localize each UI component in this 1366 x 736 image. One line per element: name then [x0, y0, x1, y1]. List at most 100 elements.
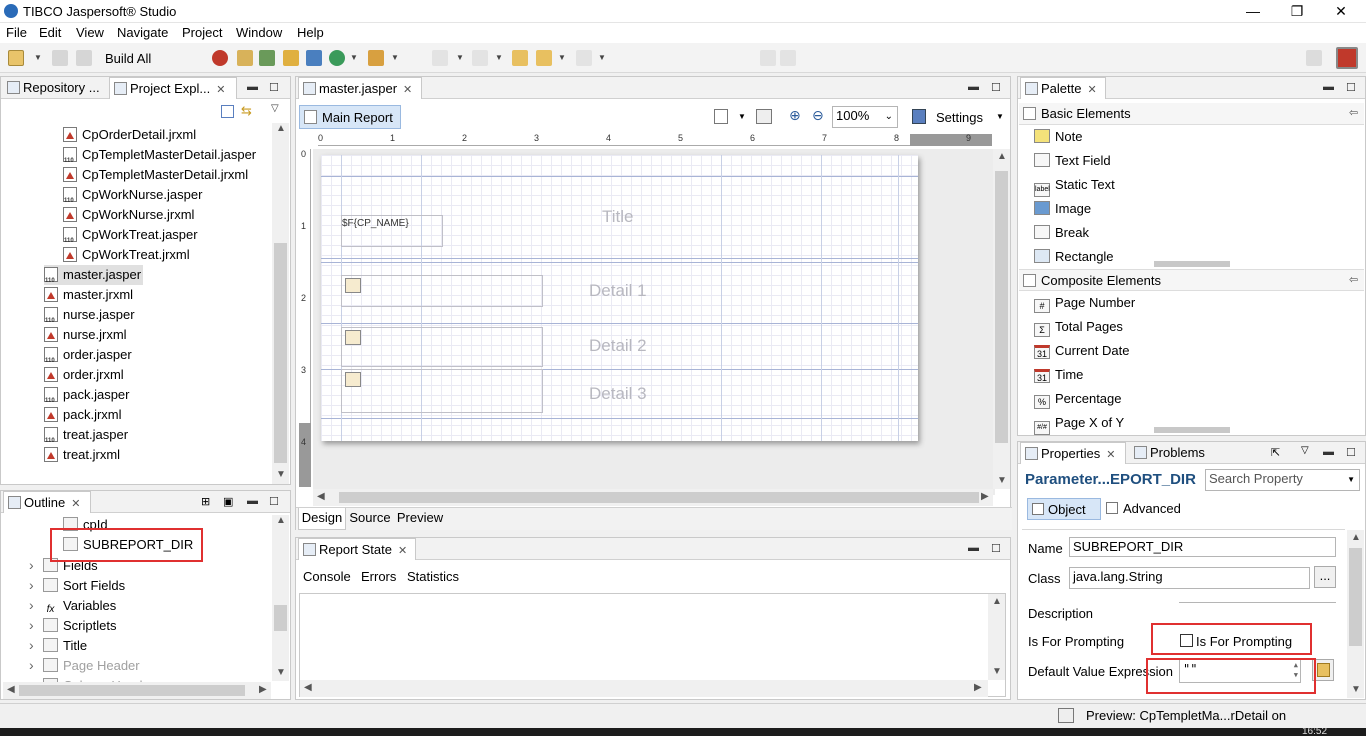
name-field[interactable]: SUBREPORT_DIR	[1069, 537, 1336, 557]
last-edit-icon[interactable]	[512, 50, 528, 66]
zoom-out-icon[interactable]: ⊖	[812, 107, 824, 124]
collapse-all-icon[interactable]	[221, 105, 234, 118]
chevron-down-icon[interactable]: ▼	[34, 53, 42, 62]
maximize-icon[interactable]: ☐	[991, 542, 1001, 555]
basic-elements-header[interactable]: Basic Elements ⇦	[1019, 103, 1364, 125]
compile-icon[interactable]	[714, 109, 728, 124]
menu-edit[interactable]: Edit	[39, 25, 61, 40]
chevron-down-icon[interactable]: ▼	[456, 53, 464, 62]
collapse-icon[interactable]: ⇦	[1349, 273, 1358, 286]
outline-item[interactable]: › Title	[29, 635, 87, 655]
cp-name-text-field[interactable]: $F{CP_NAME}	[341, 215, 443, 247]
basic-scroll-indicator[interactable]	[1154, 261, 1230, 267]
file-item[interactable]: pack.jasper	[44, 385, 129, 411]
close-icon[interactable]: ✕	[403, 84, 412, 96]
maximize-icon[interactable]: ☐	[1346, 446, 1356, 459]
subreport-1[interactable]	[341, 275, 543, 307]
chevron-down-icon[interactable]: ▼	[738, 112, 746, 121]
forward-icon[interactable]	[576, 50, 592, 66]
save-all-icon[interactable]	[76, 50, 92, 66]
tab-repository[interactable]: Repository ...	[3, 77, 105, 99]
description-field[interactable]	[1179, 602, 1336, 622]
palette-item[interactable]: Note	[1034, 126, 1082, 148]
class-browse-button[interactable]: ...	[1314, 566, 1336, 588]
minimize-icon[interactable]: ▬	[247, 495, 258, 507]
minimize-icon[interactable]: ▬	[968, 542, 979, 554]
composite-elements-header[interactable]: Composite Elements ⇦	[1019, 269, 1364, 291]
close-icon[interactable]: ✕	[398, 545, 407, 557]
tab-object[interactable]: Object	[1027, 498, 1101, 520]
close-icon[interactable]: ✕	[1087, 84, 1096, 96]
view-menu-icon[interactable]: ▽	[1301, 445, 1309, 456]
tab-source[interactable]: Source	[346, 508, 394, 530]
maximize-icon[interactable]: ☐	[269, 81, 279, 94]
file-item[interactable]: nurse.jrxml	[44, 325, 127, 345]
back-icon[interactable]	[536, 50, 552, 66]
palette-item[interactable]: Σ Total Pages	[1034, 316, 1123, 338]
composite-scroll-indicator[interactable]	[1154, 427, 1230, 433]
file-item[interactable]: CpWorkNurse.jrxml	[63, 205, 194, 225]
tab-project-explorer[interactable]: Project Expl... ✕	[109, 77, 237, 99]
expand-icon[interactable]: ›	[29, 575, 43, 595]
tree-view-icon[interactable]: ⊞	[201, 495, 210, 508]
outline-hscrollbar[interactable]: ◀ ▶	[3, 682, 271, 699]
maximize-icon[interactable]: ☐	[1346, 81, 1356, 94]
class-field[interactable]: java.lang.String	[1069, 567, 1310, 589]
save-icon[interactable]	[52, 50, 68, 66]
progress-icon[interactable]	[1058, 708, 1074, 723]
minimize-button[interactable]: —	[1230, 0, 1276, 23]
file-item[interactable]: nurse.jasper	[44, 305, 135, 331]
thumbnail-view-icon[interactable]: ▣	[223, 495, 233, 508]
palette-item[interactable]: label Static Text	[1034, 174, 1115, 197]
zoom-combo[interactable]: 100% ⌄	[832, 106, 898, 128]
chevron-down-icon[interactable]: ▼	[598, 53, 606, 62]
chevron-down-icon[interactable]: ▼	[996, 112, 1004, 121]
close-icon[interactable]: ✕	[71, 498, 80, 510]
subreport-3[interactable]	[341, 369, 543, 413]
palette-item[interactable]: 31 Time	[1034, 364, 1083, 386]
next-annotation-icon[interactable]	[432, 50, 448, 66]
chevron-down-icon[interactable]: ▼	[558, 53, 566, 62]
subreport-2[interactable]	[341, 327, 543, 367]
file-item[interactable]: master.jrxml	[44, 285, 133, 305]
undo-icon[interactable]	[760, 50, 776, 66]
prev-annotation-icon[interactable]	[472, 50, 488, 66]
file-item[interactable]: treat.jrxml	[44, 445, 120, 465]
tab-properties[interactable]: Properties ✕	[1020, 442, 1126, 464]
outline-item[interactable]: › Sort Fields	[29, 575, 125, 595]
file-item[interactable]: order.jrxml	[44, 365, 124, 385]
chevron-down-icon[interactable]: ▼	[350, 53, 358, 62]
open-perspective-icon[interactable]	[1306, 50, 1322, 66]
palette-item[interactable]: Image	[1034, 198, 1091, 220]
close-button[interactable]: ✕	[1318, 0, 1364, 23]
file-item[interactable]: order.jasper	[44, 345, 132, 371]
palette-item[interactable]: # Page Number	[1034, 292, 1135, 314]
debug-icon[interactable]	[212, 50, 228, 66]
palette-item[interactable]: #/# Page X of Y	[1034, 412, 1124, 435]
file-item[interactable]: CpWorkTreat.jasper	[63, 225, 198, 251]
settings-icon[interactable]	[912, 109, 926, 124]
pin-icon[interactable]: ⇱	[1271, 446, 1280, 459]
tab-master-jasper[interactable]: master.jasper ✕	[298, 77, 422, 99]
database-icon[interactable]	[306, 50, 322, 66]
menu-navigate[interactable]: Navigate	[117, 25, 168, 40]
palette-item[interactable]: % Percentage	[1034, 388, 1122, 410]
layout-icon[interactable]	[756, 109, 772, 124]
file-item[interactable]: CpTempletMasterDetail.jasper	[63, 145, 256, 171]
maximize-icon[interactable]: ☐	[269, 495, 279, 508]
main-report-button[interactable]: Main Report	[299, 105, 401, 129]
file-item[interactable]: treat.jasper	[44, 425, 128, 451]
canvas-vscrollbar[interactable]: ▲ ▼	[993, 149, 1010, 489]
explorer-scrollbar[interactable]: ▲ ▼	[272, 123, 289, 484]
tab-statistics[interactable]: Statistics	[407, 569, 459, 584]
file-item[interactable]: CpTempletMasterDetail.jrxml	[63, 165, 248, 185]
settings-button[interactable]: Settings	[936, 110, 983, 125]
palette-item[interactable]: 31 Current Date	[1034, 340, 1129, 362]
edit-icon[interactable]	[237, 50, 253, 66]
tab-errors[interactable]: Errors	[361, 569, 396, 584]
report-design-perspective-icon[interactable]	[1336, 47, 1358, 69]
maximize-button[interactable]: ❐	[1274, 0, 1320, 23]
design-canvas[interactable]: $F{CP_NAME} Title Detail 1 Detail 2 Deta…	[313, 149, 995, 495]
file-item[interactable]: CpWorkTreat.jrxml	[63, 245, 190, 265]
search-property-input[interactable]: Search Property ▼	[1205, 469, 1360, 491]
